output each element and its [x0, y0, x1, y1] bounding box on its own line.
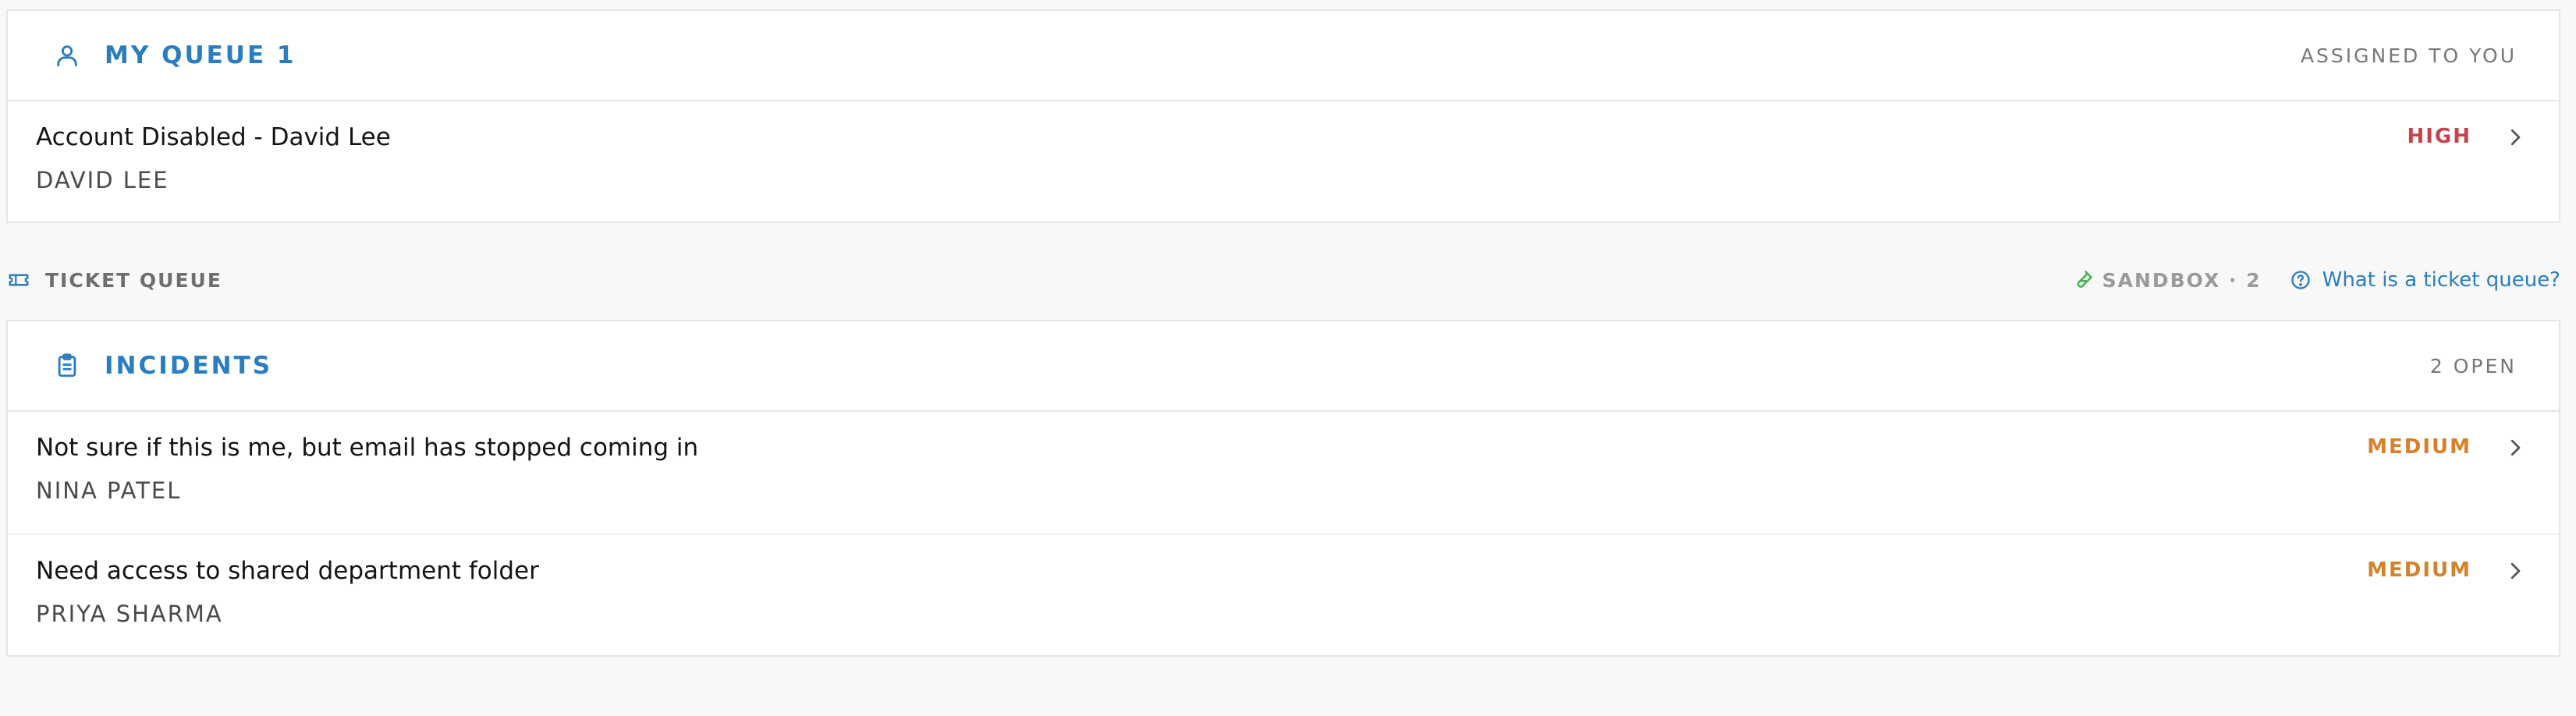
open-count-label: 2 OPEN	[2429, 354, 2517, 377]
chevron-right-icon[interactable]	[2500, 432, 2531, 463]
user-icon	[51, 40, 83, 71]
help-link[interactable]: What is a ticket queue?	[2288, 268, 2560, 292]
ticket-title: Need access to shared department folder	[36, 557, 539, 585]
incidents-title: INCIDENTS	[105, 352, 273, 380]
priority-badge: HIGH	[2407, 125, 2471, 148]
sandbox-indicator: SANDBOX · 2	[2071, 268, 2262, 292]
priority-badge: MEDIUM	[2367, 435, 2471, 459]
incidents-header: INCIDENTS 2 OPEN	[8, 321, 2559, 412]
test-tube-icon	[2071, 268, 2095, 292]
ticket-row[interactable]: Not sure if this is me, but email has st…	[8, 412, 2559, 533]
my-queue-panel: MY QUEUE 1 ASSIGNED TO YOU Account Disab…	[6, 9, 2560, 223]
ticket-requester: NINA PATEL	[36, 477, 182, 504]
ticket-requester: PRIYA SHARMA	[36, 601, 223, 627]
my-queue-header-left: MY QUEUE 1	[51, 40, 296, 71]
incidents-panel: INCIDENTS 2 OPEN Not sure if this is me,…	[6, 320, 2560, 657]
ticket-queue-label: TICKET QUEUE	[45, 268, 222, 292]
ticket-queue-bar: TICKET QUEUE SANDBOX · 2 What is a ticke…	[0, 257, 2576, 303]
chevron-right-icon[interactable]	[2500, 555, 2531, 587]
priority-badge: MEDIUM	[2367, 558, 2471, 582]
incidents-header-left: INCIDENTS	[51, 350, 272, 381]
sandbox-label: SANDBOX · 2	[2102, 268, 2262, 292]
my-queue-title: MY QUEUE 1	[105, 41, 296, 69]
ticket-queue-bar-left: TICKET QUEUE	[6, 268, 222, 292]
ticket-row[interactable]: Need access to shared department folder …	[8, 533, 2559, 655]
ticket-row[interactable]: Account Disabled - David Lee DAVID LEE H…	[8, 101, 2559, 223]
ticket-title: Account Disabled - David Lee	[36, 123, 391, 151]
ticket-title: Not sure if this is me, but email has st…	[36, 434, 699, 462]
my-queue-header: MY QUEUE 1 ASSIGNED TO YOU	[8, 11, 2559, 101]
chevron-right-icon[interactable]	[2500, 122, 2531, 153]
help-circle-icon	[2288, 268, 2313, 292]
ticket-queue-bar-right: SANDBOX · 2 What is a ticket queue?	[2071, 268, 2560, 292]
clipboard-icon	[51, 350, 83, 381]
help-link-label: What is a ticket queue?	[2322, 268, 2560, 292]
ticket-requester: DAVID LEE	[36, 167, 169, 193]
ticket-icon	[6, 268, 31, 292]
assigned-to-you-label: ASSIGNED TO YOU	[2300, 44, 2517, 67]
